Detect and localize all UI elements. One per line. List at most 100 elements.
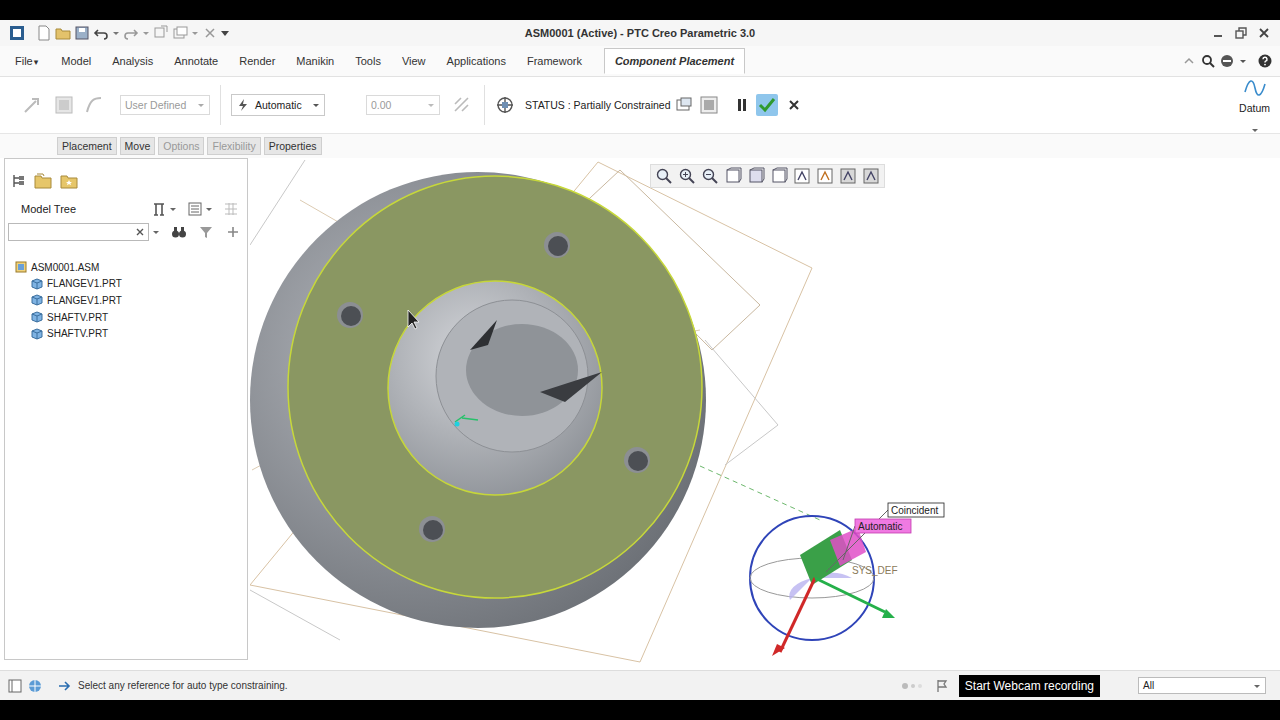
sub-tab[interactable]: Placement [57, 137, 117, 155]
datum-display-icon[interactable] [816, 167, 834, 185]
connection-curve-icon[interactable] [84, 95, 104, 115]
close-icon[interactable] [1256, 25, 1272, 41]
add-icon[interactable] [225, 224, 241, 240]
ribbon-tab[interactable]: Analysis [103, 50, 162, 72]
repaint-icon[interactable] [724, 167, 742, 185]
open-folder-icon[interactable] [55, 25, 71, 41]
constraint-tag[interactable]: Coincident [888, 503, 944, 517]
customize-toolbar-icon[interactable] [221, 29, 229, 37]
ribbon-tab[interactable]: Tools [346, 50, 390, 72]
clear-search-icon[interactable] [135, 227, 145, 237]
user-defined-set-icon[interactable] [54, 95, 74, 115]
bolt-hole[interactable] [544, 232, 570, 258]
flange-body[interactable] [250, 172, 706, 628]
tree-search-field[interactable] [8, 223, 149, 241]
filter-icon[interactable] [198, 224, 214, 240]
tree-item[interactable]: SHAFTV.PRT [5, 309, 247, 326]
view-manager-icon[interactable] [793, 167, 811, 185]
redo-dropdown-icon[interactable] [142, 29, 150, 37]
model-view[interactable]: SYS_DEFCoincidentAutomatic [250, 158, 1280, 670]
tree-search-input[interactable] [12, 225, 135, 239]
constraint-set-dropdown[interactable]: User Defined [120, 95, 210, 115]
model-tree-tab-icon[interactable] [11, 173, 27, 189]
bolt-hole[interactable] [419, 516, 445, 542]
new-file-icon[interactable] [36, 25, 52, 41]
community-icon[interactable] [1220, 54, 1234, 68]
redo-icon[interactable] [123, 25, 139, 41]
separate-window-icon[interactable] [676, 97, 692, 113]
constraint-tag[interactable]: Automatic [855, 519, 911, 533]
sub-tab[interactable]: Flexibility [207, 137, 260, 155]
show-icon[interactable] [187, 201, 203, 217]
regeneration-flag-icon[interactable] [935, 679, 949, 693]
folder-browser-tab-icon[interactable] [33, 171, 53, 191]
refit-icon[interactable] [655, 167, 673, 185]
tree-item[interactable]: FLANGEV1.PRT [5, 276, 247, 293]
windows-dropdown-icon[interactable] [191, 29, 199, 37]
pause-icon[interactable] [734, 97, 750, 113]
zoom-out-icon[interactable] [701, 167, 719, 185]
tree-settings-icon[interactable] [151, 201, 167, 217]
sub-tab[interactable]: Move [120, 137, 156, 155]
ribbon-tab[interactable]: Manikin [287, 50, 343, 72]
tree-item[interactable]: ASM0001.ASM [5, 259, 247, 276]
assembly-window-icon[interactable] [700, 96, 718, 114]
datum-group[interactable]: Datum [1239, 76, 1280, 134]
sub-tab[interactable]: Properties [264, 137, 322, 155]
spin-center-icon[interactable] [839, 167, 857, 185]
bolt-hole[interactable] [337, 302, 363, 328]
datum-dropdown-icon[interactable] [1251, 126, 1259, 134]
view-toolbar [650, 164, 885, 188]
help-icon[interactable] [1258, 54, 1272, 68]
favorites-tab-icon[interactable] [59, 171, 79, 191]
mechanism-connection-icon[interactable] [22, 95, 42, 115]
saved-views-icon[interactable] [770, 167, 788, 185]
restore-icon[interactable] [1233, 25, 1249, 41]
flip-constraint-icon[interactable] [452, 95, 472, 115]
binoculars-icon[interactable] [171, 224, 187, 240]
search-icon[interactable] [1201, 54, 1215, 68]
ribbon-tab[interactable]: Applications [438, 50, 515, 72]
app-icon[interactable] [9, 25, 25, 41]
hub[interactable] [388, 281, 602, 495]
navigator-toggle-icon[interactable] [8, 679, 22, 693]
webcam-tooltip: Start Webcam recording [959, 675, 1100, 697]
windows-icon[interactable] [172, 25, 188, 41]
ribbon-tab[interactable]: Render [230, 50, 284, 72]
bolt-hole[interactable] [624, 447, 650, 473]
close-window-icon[interactable] [202, 25, 218, 41]
ribbon-tab[interactable]: Framework [518, 50, 591, 72]
show-dropdown-icon[interactable] [205, 205, 213, 213]
search-dropdown-icon[interactable] [152, 228, 160, 236]
tree-item[interactable]: FLANGEV1.PRT [5, 292, 247, 309]
settings-dropdown-icon[interactable] [169, 205, 177, 213]
confirm-check-icon[interactable] [756, 94, 778, 116]
selection-filter-dropdown[interactable]: All [1138, 677, 1266, 694]
ribbon-tab[interactable]: Model [52, 50, 100, 72]
file-menu[interactable]: File▾ [6, 50, 49, 72]
undo-icon[interactable] [93, 25, 109, 41]
minimize-ribbon-icon[interactable] [1182, 54, 1196, 68]
sub-tab[interactable]: Options [158, 137, 204, 155]
zoom-in-icon[interactable] [678, 167, 696, 185]
ribbon-tab[interactable]: View [393, 50, 435, 72]
browser-toggle-icon[interactable] [28, 679, 42, 693]
undo-dropdown-icon[interactable] [112, 29, 120, 37]
community-dropdown-icon[interactable] [1239, 57, 1247, 65]
component-window-icon[interactable] [495, 95, 515, 115]
offset-field[interactable]: 0.00 [366, 95, 440, 115]
save-icon[interactable] [74, 25, 90, 41]
tree-item[interactable]: SHAFTV.PRT [5, 325, 247, 342]
cancel-x-icon[interactable] [787, 98, 801, 112]
display-style-icon[interactable] [747, 167, 765, 185]
columns-icon[interactable] [223, 201, 239, 217]
annotation-display-icon[interactable] [862, 167, 880, 185]
constraint-type-dropdown[interactable]: Automatic [231, 94, 325, 116]
minimize-icon[interactable] [1210, 25, 1226, 41]
regenerate-icon[interactable] [153, 25, 169, 41]
ribbon-tab[interactable]: Component Placement [604, 48, 745, 74]
graphics-area[interactable]: SYS_DEFCoincidentAutomatic [250, 158, 1280, 670]
ribbon-tab[interactable]: Annotate [165, 50, 227, 72]
quick-access-toolbar [0, 25, 525, 41]
flange-face[interactable] [288, 176, 702, 598]
